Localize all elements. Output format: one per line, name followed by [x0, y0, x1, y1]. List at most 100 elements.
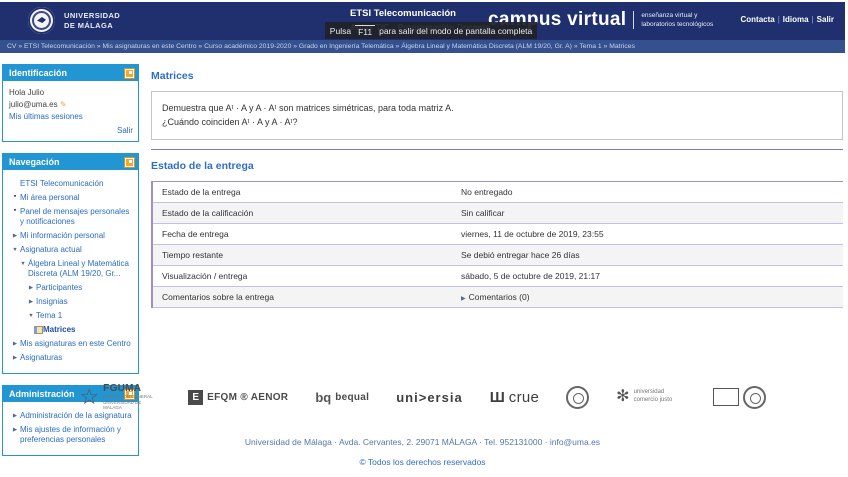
row-value: sábado, 5 de octubre de 2019, 21:17: [452, 266, 843, 287]
chevron-right-icon[interactable]: ▶: [10, 233, 20, 240]
chevron-right-icon[interactable]: ▶: [10, 355, 20, 362]
logo-text: EFQM ® AENOR: [207, 392, 288, 403]
logo-bequal: bqbequal: [315, 390, 369, 405]
nav-item-label[interactable]: Matrices: [43, 325, 75, 335]
efqm-aenor-icon: E: [188, 390, 203, 405]
nav-item-label[interactable]: Asignatura actual: [20, 245, 82, 255]
link-idioma[interactable]: Idioma: [783, 15, 809, 24]
navigation-title: Navegación: [9, 157, 60, 167]
nav-item-panel-de-mensajes-personales-y-notificac[interactable]: ▪Panel de mensajes personales y notifica…: [9, 207, 133, 227]
logo-fguma: ☆FGUMAFUNDACIÓN GENERAL UNIVERSIDAD DE M…: [79, 383, 161, 412]
logo-text: bequal: [335, 392, 369, 403]
logo-text: universidad comercio justo: [634, 389, 686, 405]
logo-text: FGUMAFUNDACIÓN GENERAL UNIVERSIDAD DE MÁ…: [103, 383, 161, 412]
identification-block-header: Identificación: [3, 65, 138, 81]
nav-item-label[interactable]: Mi información personal: [20, 231, 105, 241]
row-value: viernes, 11 de octubre de 2019, 23:55: [452, 224, 843, 245]
comercio-justo-icon: ✻: [616, 389, 629, 405]
table-row-fecha-de-entrega: Fecha de entregaviernes, 11 de octubre d…: [152, 224, 843, 245]
logo-comercio: ✻ universidad comercio justo: [616, 389, 685, 405]
row-value: Sin calificar: [452, 203, 843, 224]
pencil-icon[interactable]: ✎: [60, 100, 67, 109]
cert-text-box: [713, 388, 739, 406]
main-content: Matrices Demuestra que Aᵗ · A y A · Aᵗ s…: [151, 64, 843, 308]
logo-text: uni>ersia: [396, 390, 462, 405]
nav-item-label[interactable]: Panel de mensajes personales y notificac…: [20, 207, 133, 227]
submission-status-table: Estado de la entregaNo entregadoEstado d…: [151, 181, 843, 308]
row-value[interactable]: ▶Comentarios (0): [452, 287, 843, 308]
chevron-down-icon[interactable]: ▼: [26, 313, 36, 320]
chevron-down-icon[interactable]: ▼: [10, 247, 20, 254]
university-name: UNIVERSIDAD DE MÁLAGA: [64, 11, 120, 30]
link-salir[interactable]: Salir: [817, 15, 834, 24]
nav-item-label[interactable]: Álgebra Lineal y Matemática Discreta (AL…: [28, 259, 133, 279]
nav-item-mi-informacion-personal[interactable]: ▶Mi información personal: [9, 231, 133, 241]
link-contacta[interactable]: Contacta: [740, 15, 774, 24]
chevron-right-icon[interactable]: ▶: [26, 285, 36, 292]
chevron-right-icon: ▶: [461, 296, 469, 302]
separator: |: [775, 15, 783, 24]
last-sessions-link[interactable]: Mis últimas sesiones: [9, 112, 83, 121]
logo-crue: Шcrue: [490, 389, 539, 406]
identification-title: Identificación: [9, 68, 67, 78]
row-label: Comentarios sobre la entrega: [152, 287, 452, 308]
nav-item-matrices[interactable]: Matrices: [9, 325, 133, 335]
nav-item-tema-1[interactable]: ▼Tema 1: [9, 311, 133, 321]
comments-link[interactable]: Comentarios (0): [469, 292, 530, 302]
navigation-block: Navegación ETSI Telecomunicación▪Mi área…: [2, 153, 139, 374]
nav-item-algebra-lineal-y-matematica-discreta-alm[interactable]: ▼Álgebra Lineal y Matemática Discreta (A…: [9, 259, 133, 279]
logo-seal: [566, 386, 589, 409]
description-line-2: ¿Cuándo coinciden Aᵗ · A y A · Aᵗ?: [162, 117, 832, 127]
row-label: Tiempo restante: [152, 245, 452, 266]
breadcrumb[interactable]: CV » ETSI Telecomunicación » Mis asignat…: [0, 40, 845, 53]
page-title: Matrices: [151, 70, 843, 82]
chevron-right-icon[interactable]: ▶: [10, 341, 20, 348]
nav-item-mis-asignaturas-en-este-centro[interactable]: ▶Mis asignaturas en este Centro: [9, 339, 133, 349]
tooltip-suffix: para salir del modo de pantalla completa: [379, 26, 532, 36]
footer-copyright: © Todos los derechos reservados: [0, 457, 845, 467]
row-label: Estado de la calificación: [152, 203, 452, 224]
navigation-tree: ETSI Telecomunicación▪Mi área personal▪P…: [3, 170, 138, 373]
school-title: ETSI Telecomunicación: [350, 8, 490, 19]
nav-item-label[interactable]: Insignias: [36, 297, 68, 307]
nav-item-label[interactable]: Tema 1: [36, 311, 62, 321]
nav-item-label[interactable]: ETSI Telecomunicación: [20, 179, 103, 189]
chevron-down-icon[interactable]: ▼: [18, 261, 28, 268]
crue-icon: Ш: [490, 389, 505, 406]
email-line: julio@uma.es ✎: [9, 100, 133, 109]
nav-item-etsi-telecomunicacion[interactable]: ETSI Telecomunicación: [9, 179, 133, 189]
assignment-icon: [34, 326, 43, 334]
nav-item-label[interactable]: Asignaturas: [20, 353, 62, 363]
nav-item-participantes[interactable]: ▶Participantes: [9, 283, 133, 293]
brand-tagline: enseñanza virtual y laboratorios tecnoló…: [633, 11, 713, 30]
row-label: Fecha de entrega: [152, 224, 452, 245]
dock-block-icon[interactable]: [125, 158, 134, 167]
table-row-estado-de-la-entrega: Estado de la entregaNo entregado: [152, 182, 843, 203]
partner-logos: ☆FGUMAFUNDACIÓN GENERAL UNIVERSIDAD DE M…: [0, 374, 845, 420]
chevron-right-icon[interactable]: ▶: [26, 299, 36, 306]
dock-block-icon[interactable]: [125, 69, 134, 78]
nav-item-label[interactable]: Mis asignaturas en este Centro: [20, 339, 131, 349]
f11-key: F11: [355, 25, 375, 37]
logo-efqm: E EFQM ® AENOR: [188, 390, 288, 405]
row-value: No entregado: [452, 182, 843, 203]
logout-link[interactable]: Salir: [117, 126, 133, 135]
logo-cert: [713, 386, 766, 409]
bullet-icon: ▪: [10, 193, 20, 202]
separator: |: [809, 15, 817, 24]
tooltip-prefix: Pulsa: [330, 26, 351, 36]
bullet-icon: ▪: [10, 207, 20, 216]
footer-address: Universidad de Málaga · Avda. Cervantes,…: [0, 437, 845, 447]
nav-item-insignias[interactable]: ▶Insignias: [9, 297, 133, 307]
nav-item-mi-area-personal[interactable]: ▪Mi área personal: [9, 193, 133, 203]
navigation-block-header: Navegación: [3, 154, 138, 170]
row-label: Visualización / entrega: [152, 266, 452, 287]
footer: ☆FGUMAFUNDACIÓN GENERAL UNIVERSIDAD DE M…: [0, 374, 845, 467]
nav-item-asignatura-actual[interactable]: ▼Asignatura actual: [9, 245, 133, 255]
nav-item-label[interactable]: Mi área personal: [20, 193, 80, 203]
section-divider: [151, 149, 843, 150]
nav-item-asignaturas[interactable]: ▶Asignaturas: [9, 353, 133, 363]
uma-logo[interactable]: UNIVERSIDAD DE MÁLAGA: [28, 7, 120, 34]
fguma-star-icon: ☆: [79, 386, 99, 408]
nav-item-label[interactable]: Participantes: [36, 283, 82, 293]
